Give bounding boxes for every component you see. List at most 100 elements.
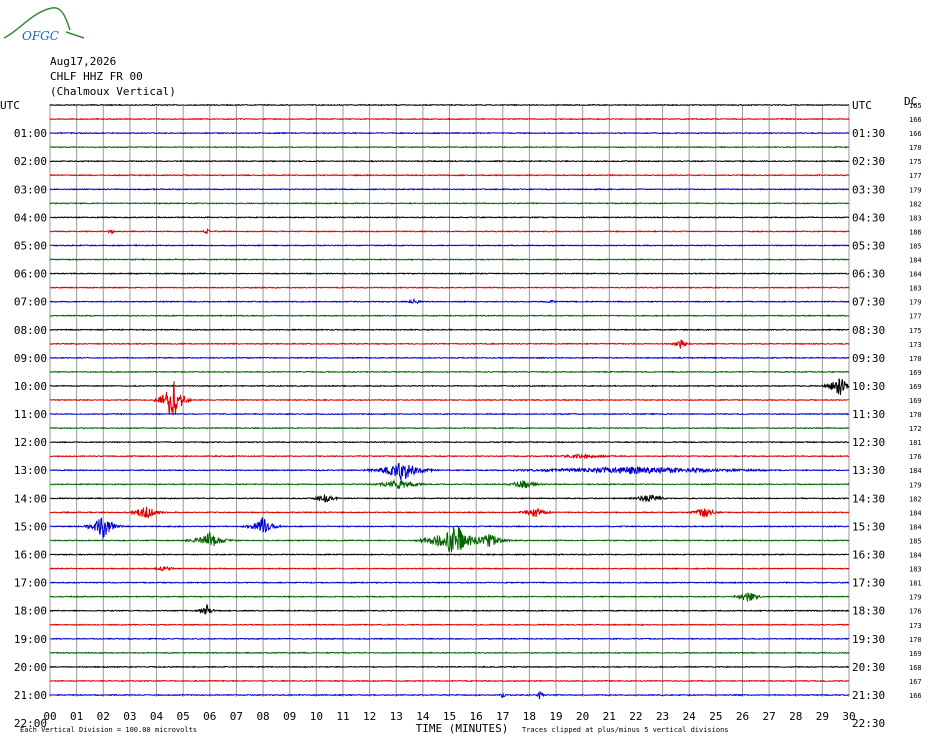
dc-offset-label: 166 (909, 130, 922, 138)
seismic-trace (49, 258, 850, 261)
left-time-label: 03:00 (14, 183, 47, 196)
dc-offset-label: 172 (909, 425, 922, 433)
x-tick-label: 11 (336, 710, 349, 723)
dc-offset-label: 181 (909, 439, 922, 447)
x-tick-label: 04 (150, 710, 164, 723)
seismic-trace (49, 581, 850, 585)
x-tick-label: 28 (789, 710, 802, 723)
dc-offset-label: 181 (909, 580, 922, 588)
dc-offset-label: 175 (909, 158, 922, 166)
left-time-label: 07:00 (14, 296, 47, 309)
right-time-label: 12:30 (852, 436, 885, 449)
dc-offset-label: 179 (909, 594, 922, 602)
dc-offset-label: 186 (909, 228, 922, 236)
dc-offset-label: 179 (909, 481, 922, 489)
right-time-label: 01:30 (852, 127, 885, 140)
x-tick-label: 10 (310, 710, 323, 723)
dc-offset-label: 166 (909, 116, 922, 124)
left-time-labels: UTC 01:00 02:00 03:00 04:00 05:00 06:00 07:00 08… (0, 99, 47, 730)
right-time-label: 10:30 (852, 380, 885, 393)
x-tick-label: 07 (230, 710, 243, 723)
left-time-label: 09:00 (14, 352, 47, 365)
dc-offset-label: 169 (909, 383, 922, 391)
x-tick-label: 23 (656, 710, 669, 723)
dc-offset-label: 183 (909, 214, 922, 222)
right-time-label: 22:30 (852, 717, 885, 730)
x-axis-title: TIME (MINUTES) (416, 722, 509, 735)
right-time-label: 06:30 (852, 268, 885, 281)
dc-offset-label: 169 (909, 369, 922, 377)
left-time-label: 15:00 (14, 520, 47, 533)
seismic-trace (49, 314, 850, 318)
x-tick-label: 20 (576, 710, 589, 723)
location-label: (Chalmoux Vertical) (50, 85, 176, 98)
x-tick-label: 21 (603, 710, 616, 723)
right-time-label: UTC (852, 99, 872, 112)
right-time-label: 19:30 (852, 633, 885, 646)
logo-text: OFGC (22, 29, 59, 43)
seismic-trace (49, 201, 850, 205)
dc-offset-label: 185 (909, 537, 922, 545)
left-time-label: 14:00 (14, 492, 47, 505)
dc-offset-label: 182 (909, 495, 922, 503)
x-tick-label: 09 (283, 710, 296, 723)
right-time-label: 17:30 (852, 577, 885, 590)
dc-offset-label: 184 (909, 257, 922, 265)
station-label: CHLF HHZ FR 00 (50, 70, 143, 83)
x-tick-label: 05 (177, 710, 190, 723)
seismic-trace (49, 187, 849, 191)
dc-offset-label: 184 (909, 271, 922, 279)
x-tick-label: 08 (256, 710, 269, 723)
x-tick-label: 12 (363, 710, 376, 723)
dc-offset-label: 173 (909, 341, 922, 349)
left-time-label: 04:00 (14, 211, 47, 224)
right-time-label: 05:30 (852, 239, 885, 252)
seismic-trace (50, 426, 850, 430)
left-time-label: 01:00 (14, 127, 47, 140)
seismic-trace (49, 623, 850, 627)
x-tick-label: 25 (709, 710, 722, 723)
helicorder-chart: OFGC Aug17,2026 CHLF HHZ FR 00 (Chalmoux… (0, 7, 922, 735)
dc-offset-label: 184 (909, 467, 922, 475)
seismic-trace (49, 356, 850, 360)
seismic-trace (49, 103, 850, 107)
dc-offset-label: 184 (909, 523, 922, 531)
x-tick-label: 29 (816, 710, 829, 723)
right-time-label: 03:30 (852, 183, 885, 196)
left-time-label: 02:00 (14, 155, 47, 168)
left-time-label: 20:00 (14, 661, 47, 674)
x-tick-label: 22 (629, 710, 642, 723)
dc-offset-labels: 165 166 166 170 175 177 179 182 183 186 185 184 184 1… (909, 102, 922, 700)
left-time-label: 13:00 (14, 464, 47, 477)
seismic-trace (49, 665, 850, 669)
dc-offset-label: 179 (909, 299, 922, 307)
dc-offset-label: 183 (909, 566, 922, 574)
dc-offset-label: 170 (909, 636, 922, 644)
seismic-trace (49, 328, 850, 332)
dc-offset-label: 176 (909, 453, 922, 461)
right-time-label: 02:30 (852, 155, 885, 168)
seismic-trace (49, 117, 850, 121)
right-time-label: 20:30 (852, 661, 885, 674)
dc-offset-label: 182 (909, 200, 922, 208)
x-tick-label: 18 (523, 710, 536, 723)
dc-offset-label: 166 (909, 692, 922, 700)
dc-offset-label: 179 (909, 186, 922, 194)
left-time-label: 06:00 (14, 268, 47, 281)
x-tick-label: 01 (70, 710, 83, 723)
right-time-label: 08:30 (852, 324, 885, 337)
date-label: Aug17,2026 (50, 55, 116, 68)
seismic-trace (49, 216, 850, 219)
dc-offset-label: 177 (909, 172, 922, 180)
x-tick-label: 27 (762, 710, 775, 723)
seismic-trace (50, 244, 850, 247)
left-time-label: 18:00 (14, 605, 47, 618)
left-time-label: 21:00 (14, 689, 47, 702)
x-tick-label: 03 (123, 710, 136, 723)
right-time-label: 07:30 (852, 296, 885, 309)
dc-offset-label: 168 (909, 664, 922, 672)
dc-offset-label: 169 (909, 397, 922, 405)
left-time-label: 19:00 (14, 633, 47, 646)
right-time-label: 15:30 (852, 520, 885, 533)
seismic-trace (49, 286, 850, 290)
